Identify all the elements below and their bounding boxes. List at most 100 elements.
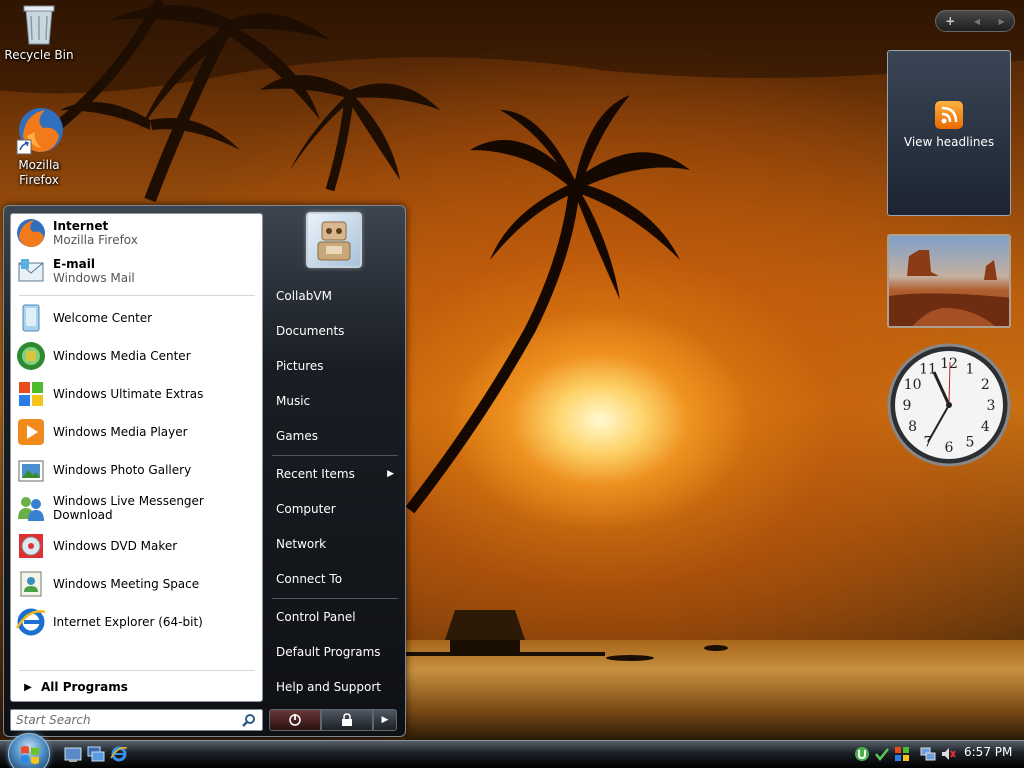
gadget-sidebar-toolbar: + ◀ ▶ xyxy=(935,10,1015,32)
start-right-item-default-programs[interactable]: Default Programs xyxy=(270,639,400,665)
recent-program-item[interactable]: Windows Media Center xyxy=(15,338,259,374)
power-button[interactable] xyxy=(269,709,321,731)
start-right-item-label: Default Programs xyxy=(276,645,381,659)
recent-program-label: Windows Ultimate Extras xyxy=(53,387,204,401)
switch-windows-icon[interactable] xyxy=(87,745,105,763)
start-right-item-documents[interactable]: Documents xyxy=(270,318,400,344)
analog-clock-gadget[interactable]: 12 1 2 3 4 5 6 7 8 9 10 11 xyxy=(886,342,1012,468)
recent-program-label: Windows Meeting Space xyxy=(53,577,200,591)
recent-program-item[interactable]: Windows Ultimate Extras xyxy=(15,376,259,412)
recycle-bin-label: Recycle Bin xyxy=(4,48,74,62)
start-right-item-help-and-support[interactable]: Help and Support xyxy=(270,674,400,700)
internet-explorer-quicklaunch-icon[interactable] xyxy=(110,745,128,763)
start-right-item-label: Music xyxy=(276,394,311,408)
previous-gadget-page-button[interactable]: ◀ xyxy=(974,17,980,26)
welcome-center-icon xyxy=(15,302,47,334)
start-right-item-label: Documents xyxy=(276,324,345,338)
start-right-item-label: Pictures xyxy=(276,359,324,373)
all-programs-button[interactable]: ▶ All Programs xyxy=(15,676,259,698)
pinned-internet-subtitle: Mozilla Firefox xyxy=(53,233,138,247)
recent-program-item[interactable]: Windows DVD Maker xyxy=(15,528,259,564)
clock-number: 5 xyxy=(966,434,975,450)
start-right-item-games[interactable]: Games xyxy=(270,423,400,449)
clock-number: 2 xyxy=(981,377,990,393)
start-right-item-label: Help and Support xyxy=(276,680,381,694)
pinned-internet-title: Internet xyxy=(53,219,109,233)
pinned-email-subtitle: Windows Mail xyxy=(53,271,135,285)
show-desktop-icon[interactable] xyxy=(64,745,82,763)
view-headlines-label: View headlines xyxy=(903,135,995,149)
start-right-item-collabvm[interactable]: CollabVM xyxy=(270,283,400,309)
start-search-input[interactable]: Start Search xyxy=(10,709,263,731)
volume-muted-icon[interactable] xyxy=(940,746,956,762)
clock-number: 8 xyxy=(908,419,917,435)
start-right-item-label: Games xyxy=(276,429,318,443)
start-menu: Internet Mozilla Firefox E-mail Windows … xyxy=(3,205,406,737)
recent-program-label: Windows DVD Maker xyxy=(53,539,178,553)
slideshow-gadget[interactable] xyxy=(887,234,1011,328)
clock-number: 10 xyxy=(904,377,922,393)
start-button[interactable] xyxy=(8,733,50,768)
start-search-placeholder: Start Search xyxy=(16,713,91,727)
slideshow-landscape-image xyxy=(889,250,1009,326)
user-avatar-robot-icon xyxy=(317,221,351,261)
recent-program-label: Internet Explorer (64-bit) xyxy=(53,615,203,629)
recycle-bin-desktop-icon[interactable]: Recycle Bin xyxy=(1,2,77,63)
power-buttons-bar: ▶ xyxy=(269,709,397,731)
recent-program-label: Welcome Center xyxy=(53,311,153,325)
windows-mail-icon xyxy=(15,255,47,287)
start-right-item-network[interactable]: Network xyxy=(270,531,400,557)
recent-program-label: Windows Media Player xyxy=(53,425,188,439)
recent-program-item[interactable]: Internet Explorer (64-bit) xyxy=(15,604,259,640)
lock-icon xyxy=(342,713,352,726)
pinned-divider xyxy=(19,295,255,296)
feed-headlines-gadget[interactable]: View headlines xyxy=(887,50,1011,216)
right-pane-divider xyxy=(272,598,398,599)
start-right-item-connect-to[interactable]: Connect To xyxy=(270,566,400,592)
pinned-email-item[interactable]: E-mail Windows Mail xyxy=(15,253,259,289)
search-icon xyxy=(242,714,255,727)
meeting-space-icon xyxy=(15,568,47,600)
clock-number: 6 xyxy=(945,440,954,456)
power-icon xyxy=(289,714,301,726)
clock-number: 12 xyxy=(940,356,958,372)
photo-gallery-icon xyxy=(15,454,47,486)
network-icon[interactable] xyxy=(920,746,936,762)
start-right-item-music[interactable]: Music xyxy=(270,388,400,414)
clock-number: 9 xyxy=(903,398,912,414)
taskbar-clock[interactable]: 6:57 PM xyxy=(964,745,1012,759)
security-center-icon[interactable] xyxy=(894,746,910,762)
firefox-icon xyxy=(16,108,63,155)
recent-program-label: Windows Media Center xyxy=(53,349,191,363)
start-right-item-label: Connect To xyxy=(276,572,343,586)
recent-program-item[interactable]: Windows Live Messenger Download xyxy=(15,490,259,526)
start-right-item-label: Control Panel xyxy=(276,610,356,624)
recycle-bin-icon xyxy=(23,5,55,45)
start-right-item-label: CollabVM xyxy=(276,289,332,303)
pinned-internet-item[interactable]: Internet Mozilla Firefox xyxy=(15,215,259,251)
recent-program-item[interactable]: Windows Media Player xyxy=(15,414,259,450)
mozilla-firefox-label: Mozilla Firefox xyxy=(18,158,60,187)
start-right-item-control-panel[interactable]: Control Panel xyxy=(270,604,400,630)
user-account-picture[interactable] xyxy=(306,212,362,268)
rss-feed-icon xyxy=(935,101,963,129)
lock-button[interactable] xyxy=(321,709,373,731)
next-gadget-page-button[interactable]: ▶ xyxy=(999,17,1005,26)
start-right-item-label: Network xyxy=(276,537,327,551)
chevron-right-icon: ▶ xyxy=(387,469,394,479)
utorrent-icon[interactable] xyxy=(854,746,870,762)
add-gadget-button[interactable]: + xyxy=(945,14,955,28)
start-right-item-pictures[interactable]: Pictures xyxy=(270,353,400,379)
start-right-item-recent-items[interactable]: Recent Items ▶ xyxy=(270,461,400,487)
ultimate-extras-icon xyxy=(15,378,47,410)
recent-program-item[interactable]: Windows Meeting Space xyxy=(15,566,259,602)
windows-update-icon[interactable] xyxy=(874,746,890,762)
right-pane-divider xyxy=(272,455,398,456)
start-menu-programs-pane: Internet Mozilla Firefox E-mail Windows … xyxy=(10,213,263,702)
pinned-email-title: E-mail xyxy=(53,257,96,271)
start-right-item-computer[interactable]: Computer xyxy=(270,496,400,522)
recent-program-item[interactable]: Windows Photo Gallery xyxy=(15,452,259,488)
shutdown-options-arrow-button[interactable]: ▶ xyxy=(373,709,397,731)
recent-program-item[interactable]: Welcome Center xyxy=(15,300,259,336)
mozilla-firefox-desktop-icon[interactable]: Mozilla Firefox xyxy=(1,106,77,188)
